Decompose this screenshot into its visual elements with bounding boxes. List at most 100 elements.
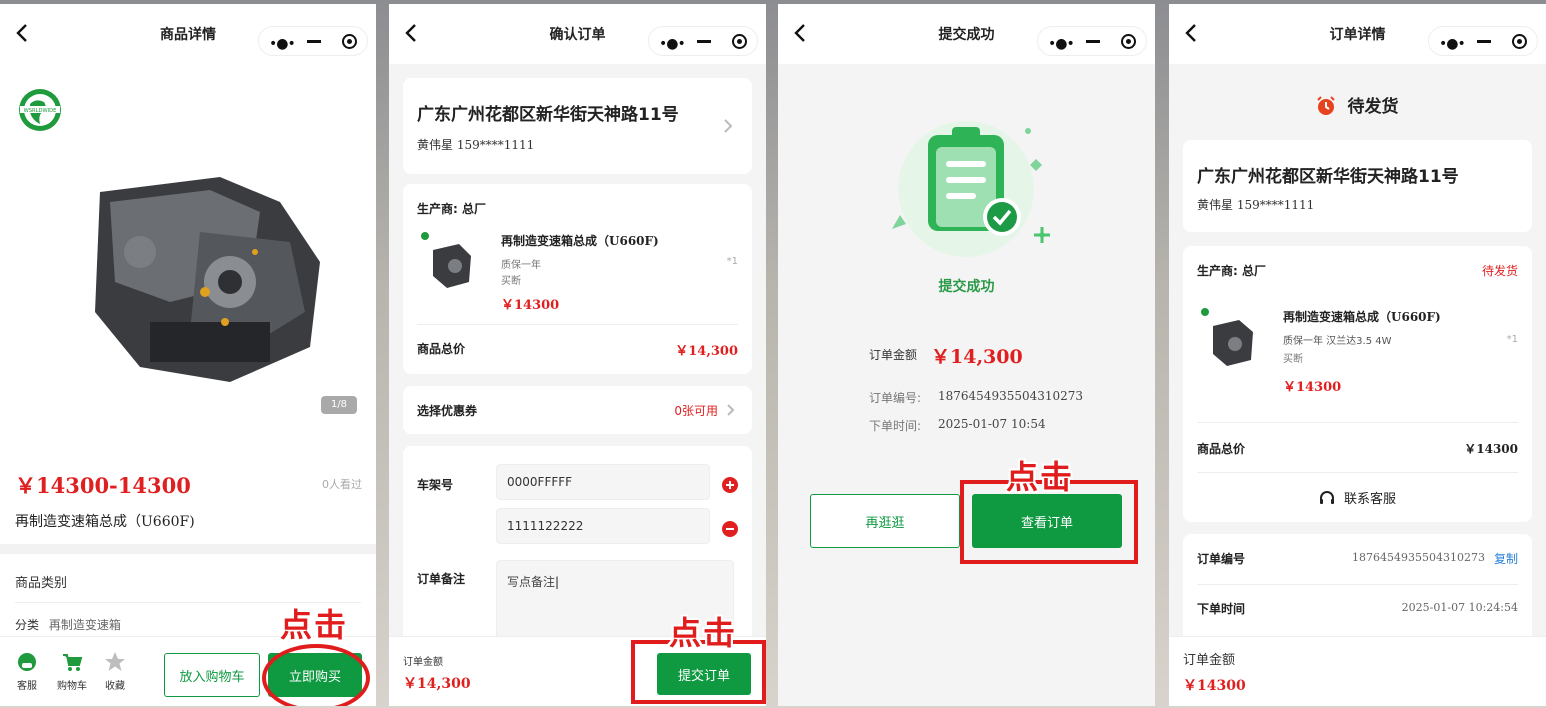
nav-bar: 提交成功 •●•	[778, 4, 1155, 64]
mini-program-capsule: •●•	[648, 26, 758, 56]
sub-category-value: 再制造变速箱	[48, 618, 121, 632]
product-image[interactable]	[80, 172, 330, 387]
remove-icon[interactable]	[722, 521, 738, 537]
submit-success-screen: 提交成功 •●• 提交成功 订单金额 ￥14,300 订单编号: 1876454…	[778, 4, 1155, 706]
contact-text: 黄伟星 159****1111	[417, 138, 535, 152]
back-arrow-icon[interactable]	[12, 22, 34, 44]
manufacturer-status: 待发货	[1481, 264, 1518, 278]
sub-category-key: 分类	[15, 618, 40, 632]
subtotal-label: 商品总价	[417, 342, 466, 356]
order-info-card: 订单编号 1876454935504310273 复制 下单时间 2025-01…	[1183, 534, 1532, 644]
item-spec-buyout: 买断	[1283, 354, 1303, 365]
remark-placeholder: 写点备注	[507, 575, 556, 589]
nav-bar: 订单详情 •●•	[1169, 4, 1546, 64]
add-to-cart-button[interactable]: 放入购物车	[164, 653, 260, 697]
item-quantity: *1	[1506, 334, 1518, 345]
coupon-row[interactable]: 选择优惠券 0张可用	[403, 386, 752, 434]
brand-logo: WSRLDWIDE	[19, 89, 61, 131]
service-icon	[18, 653, 36, 671]
order-time-value: 2025-01-07 10:54	[938, 417, 1046, 431]
clipboard-success-icon	[892, 121, 1050, 257]
more-icon[interactable]: •●•	[269, 36, 296, 52]
contact-service-button[interactable]: 联系客服	[1183, 488, 1532, 507]
contact-service-label: 联系客服	[1344, 492, 1397, 507]
order-no-label: 订单编号:	[869, 391, 922, 405]
subtotal-label: 商品总价	[1197, 442, 1246, 456]
item-spec-warranty: 质保一年	[501, 260, 541, 271]
order-time-label: 下单时间:	[869, 419, 922, 433]
frame-number-input-2[interactable]: 1111122222	[496, 508, 710, 544]
click-hint-label: 点击	[1006, 458, 1075, 496]
image-page-indicator: 1/8	[321, 396, 357, 414]
nav-bar: 确认订单 •●•	[389, 4, 766, 64]
product-name: 再制造变速箱总成（U660F)	[15, 514, 195, 530]
copy-button[interactable]: 复制	[1494, 550, 1518, 567]
total-label: 订单金额	[1183, 653, 1236, 668]
item-price: ￥14300	[501, 298, 560, 313]
item-spec-warranty: 质保一年 汉兰达3.5 4W	[1283, 336, 1392, 347]
more-icon[interactable]: •●•	[1439, 36, 1466, 52]
minimize-icon[interactable]	[307, 40, 321, 43]
total-label: 订单金额	[403, 657, 443, 668]
status-text: 待发货	[1347, 97, 1399, 117]
click-hint-label: 点击	[280, 606, 349, 644]
sub-category-row: 分类 再制造变速箱	[15, 616, 121, 633]
more-icon[interactable]: •●•	[659, 36, 686, 52]
add-icon[interactable]	[722, 477, 738, 493]
order-time-value: 2025-01-07 10:24:54	[1401, 601, 1518, 614]
price-range: ￥14300-14300	[15, 473, 191, 498]
address-card[interactable]: 广东广州花都区新华街天神路11号 黄伟星 159****1111	[403, 78, 752, 174]
more-icon[interactable]: •●•	[1048, 36, 1075, 52]
mini-program-capsule: •●•	[1428, 26, 1538, 56]
close-icon[interactable]	[1121, 34, 1136, 49]
contact-text: 黄伟星 159****1111	[1197, 198, 1315, 212]
page-title: 订单详情	[1329, 27, 1386, 43]
item-thumbnail	[421, 232, 471, 288]
view-count: 0人看过	[322, 478, 362, 491]
headset-icon	[1319, 491, 1334, 504]
close-icon[interactable]	[1512, 34, 1527, 49]
address-text: 广东广州花都区新华街天神路11号	[1197, 167, 1459, 187]
coupon-value: 0张可用	[674, 404, 718, 418]
order-detail-screen: 订单详情 •●• 待发货 广东广州花都区新华街天神路11号 黄伟星 159***…	[1169, 4, 1546, 706]
service-tab[interactable]: 客服	[12, 651, 42, 692]
order-no-value: 1876454935504310273	[938, 389, 1084, 403]
back-arrow-icon[interactable]	[790, 22, 812, 44]
subtotal-value: ￥14300	[1464, 442, 1518, 456]
item-quantity: *1	[726, 256, 738, 267]
order-no-label: 订单编号	[1197, 552, 1246, 566]
continue-shopping-button[interactable]: 再逛逛	[810, 494, 960, 548]
close-icon[interactable]	[732, 34, 747, 49]
cart-tab[interactable]: 购物车	[54, 651, 90, 692]
close-icon[interactable]	[342, 34, 357, 49]
alarm-clock-icon	[1317, 96, 1336, 115]
minimize-icon[interactable]	[697, 40, 711, 43]
favorite-tab[interactable]: 收藏	[100, 651, 130, 692]
favorite-label: 收藏	[105, 681, 125, 692]
page-title: 提交成功	[938, 27, 995, 43]
back-arrow-icon[interactable]	[1181, 22, 1203, 44]
order-item-card: 生产商: 总厂 待发货 再制造变速箱总成（U660F) 质保一年 汉兰达3.5 …	[1183, 246, 1532, 522]
subtotal-value: ￥14,300	[675, 344, 738, 359]
bottom-total-bar: 订单金额 ￥14300	[1169, 636, 1546, 706]
item-thumbnail	[1201, 308, 1253, 366]
total-value: ￥14,300	[403, 676, 471, 692]
frame-number-label: 车架号	[417, 478, 454, 492]
address-text: 广东广州花都区新华街天神路11号	[417, 105, 679, 125]
back-arrow-icon[interactable]	[401, 22, 423, 44]
minimize-icon[interactable]	[1477, 40, 1491, 43]
frame-number-input-1[interactable]: 0000FFFFF	[496, 464, 710, 500]
manufacturer: 生产商: 总厂	[1197, 264, 1266, 278]
cart-icon	[63, 654, 83, 671]
click-hint-oval	[262, 644, 370, 706]
minimize-icon[interactable]	[1086, 40, 1100, 43]
order-time-label: 下单时间	[1197, 602, 1246, 616]
coupon-label: 选择优惠券	[417, 404, 478, 418]
cart-label: 购物车	[57, 681, 87, 692]
success-text: 提交成功	[938, 279, 995, 295]
amount-label: 订单金额	[869, 348, 918, 362]
category-label: 商品类别	[15, 576, 68, 591]
total-value: ￥14300	[1183, 678, 1246, 694]
manufacturer: 生产商: 总厂	[417, 202, 486, 216]
mini-program-capsule: •●•	[1037, 26, 1147, 56]
